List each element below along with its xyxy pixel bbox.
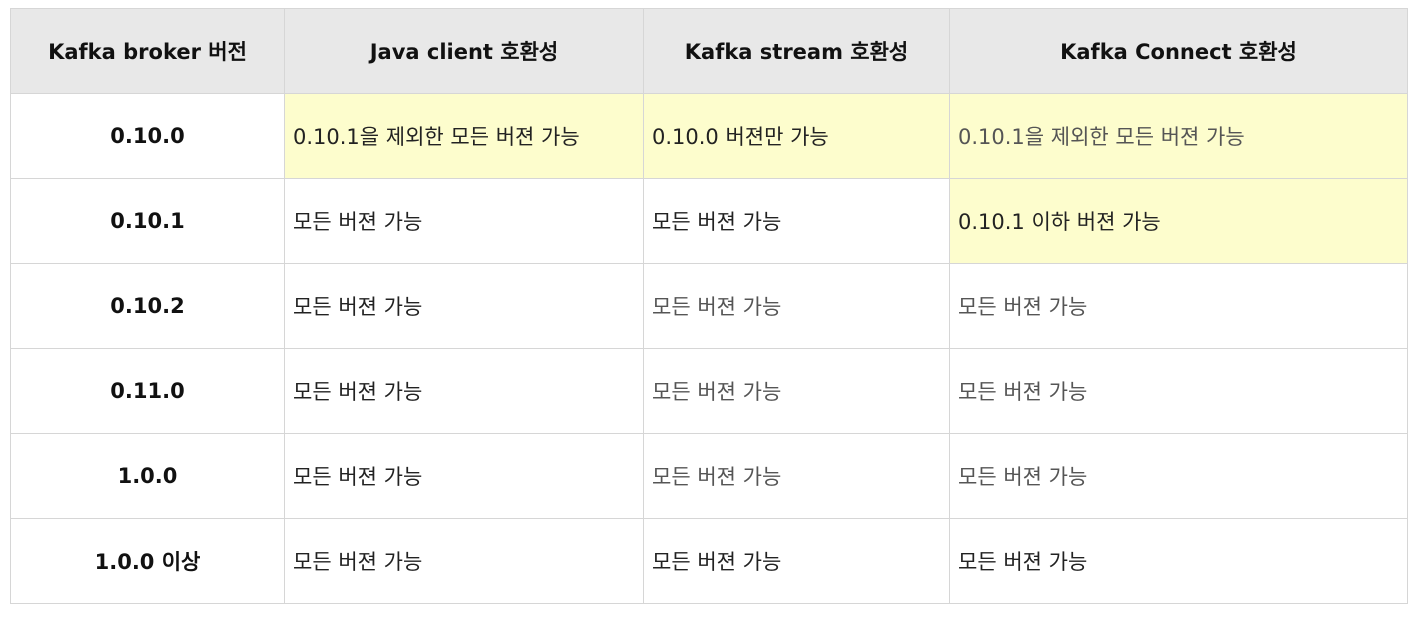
header-kafka-stream: Kafka stream 호환성 xyxy=(643,8,950,94)
kafka-connect-cell: 0.10.1 이하 버젼 가능 xyxy=(949,178,1408,264)
kafka-connect-cell: 모든 버젼 가능 xyxy=(949,518,1408,604)
kafka-stream-cell: 모든 버젼 가능 xyxy=(643,518,950,604)
kafka-connect-cell: 0.10.1을 제외한 모든 버젼 가능 xyxy=(949,93,1408,179)
broker-version-cell: 0.11.0 xyxy=(10,348,285,434)
header-java-client: Java client 호환성 xyxy=(284,8,644,94)
table-row: 0.11.0 모든 버젼 가능 모든 버젼 가능 모든 버젼 가능 xyxy=(10,348,1408,434)
kafka-stream-cell: 모든 버젼 가능 xyxy=(643,433,950,519)
broker-version-cell: 1.0.0 xyxy=(10,433,285,519)
compatibility-table: Kafka broker 버전 Java client 호환성 Kafka st… xyxy=(10,8,1408,604)
header-broker-version: Kafka broker 버전 xyxy=(10,8,285,94)
kafka-connect-cell: 모든 버젼 가능 xyxy=(949,348,1408,434)
kafka-stream-cell: 모든 버젼 가능 xyxy=(643,348,950,434)
broker-version-cell: 0.10.1 xyxy=(10,178,285,264)
java-client-cell: 모든 버젼 가능 xyxy=(284,348,644,434)
table-row: 0.10.1 모든 버젼 가능 모든 버젼 가능 0.10.1 이하 버젼 가능 xyxy=(10,178,1408,264)
table-row: 0.10.0 0.10.1을 제외한 모든 버젼 가능 0.10.0 버젼만 가… xyxy=(10,93,1408,179)
broker-version-cell: 0.10.0 xyxy=(10,93,285,179)
table-header-row: Kafka broker 버전 Java client 호환성 Kafka st… xyxy=(10,8,1408,94)
header-kafka-connect: Kafka Connect 호환성 xyxy=(949,8,1408,94)
java-client-cell: 모든 버젼 가능 xyxy=(284,263,644,349)
table-row: 0.10.2 모든 버젼 가능 모든 버젼 가능 모든 버젼 가능 xyxy=(10,263,1408,349)
broker-version-cell: 1.0.0 이상 xyxy=(10,518,285,604)
kafka-stream-cell: 모든 버젼 가능 xyxy=(643,178,950,264)
kafka-stream-cell: 모든 버젼 가능 xyxy=(643,263,950,349)
java-client-cell: 모든 버젼 가능 xyxy=(284,433,644,519)
broker-version-cell: 0.10.2 xyxy=(10,263,285,349)
kafka-stream-cell: 0.10.0 버젼만 가능 xyxy=(643,93,950,179)
table-row: 1.0.0 모든 버젼 가능 모든 버젼 가능 모든 버젼 가능 xyxy=(10,433,1408,519)
kafka-connect-cell: 모든 버젼 가능 xyxy=(949,433,1408,519)
java-client-cell: 모든 버젼 가능 xyxy=(284,518,644,604)
table-row: 1.0.0 이상 모든 버젼 가능 모든 버젼 가능 모든 버젼 가능 xyxy=(10,518,1408,604)
kafka-connect-cell: 모든 버젼 가능 xyxy=(949,263,1408,349)
java-client-cell: 0.10.1을 제외한 모든 버젼 가능 xyxy=(284,93,644,179)
java-client-cell: 모든 버젼 가능 xyxy=(284,178,644,264)
